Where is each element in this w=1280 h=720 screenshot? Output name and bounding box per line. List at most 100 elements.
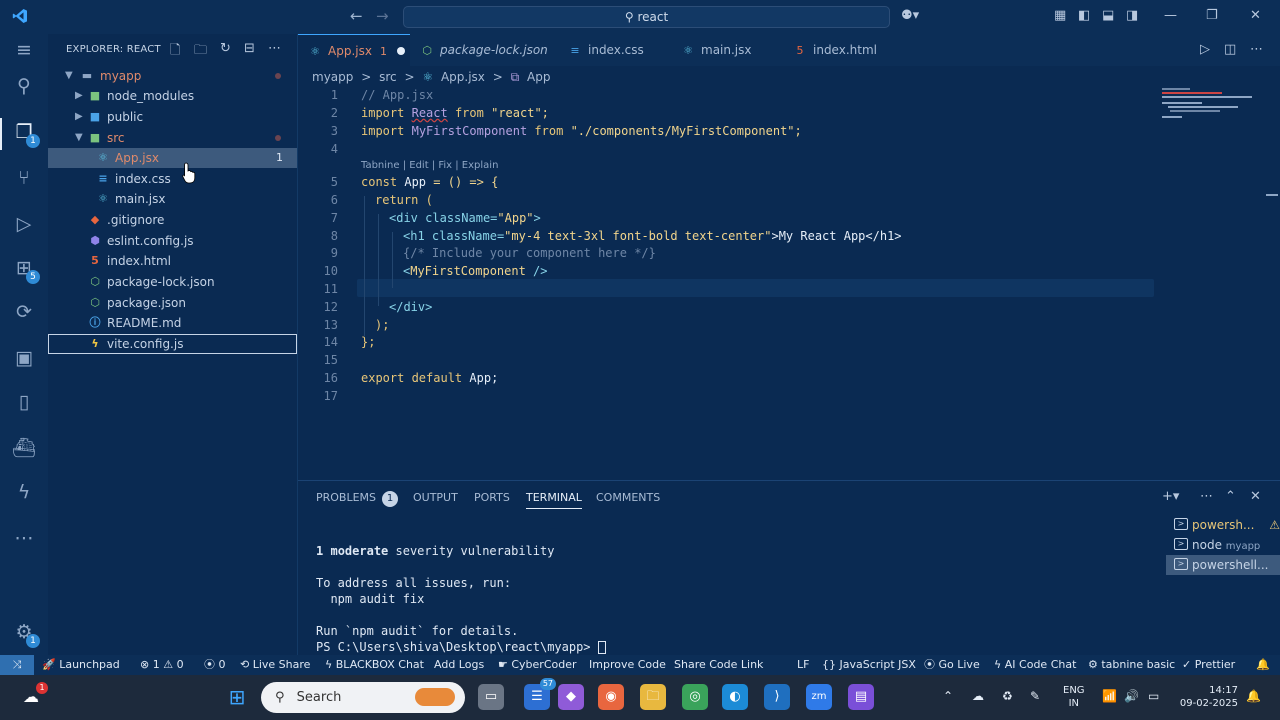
copilot-icon[interactable]: ⚉▾	[901, 8, 919, 24]
clock[interactable]: 14:17 09-02-2025	[1178, 684, 1238, 710]
add-logs-item[interactable]: Add Logs	[434, 655, 484, 675]
ports-item[interactable]: ⦿ 0	[204, 655, 226, 675]
new-folder-icon[interactable]: 🗀	[194, 41, 207, 63]
close-icon[interactable]: ✕	[1250, 8, 1261, 24]
problems-item[interactable]: ⊗ 1 ⚠ 0	[140, 655, 184, 675]
toggle-panel-icon[interactable]: ⬓	[1102, 8, 1114, 24]
pen-icon[interactable]: ✎	[1030, 689, 1040, 703]
video-editor-icon[interactable]: ▤	[848, 684, 874, 710]
weather-icon[interactable]: ☁ 1	[18, 682, 48, 710]
tab-package-lock[interactable]: ⬡ package-lock.json	[410, 34, 558, 66]
tab-app-jsx[interactable]: ⚛ App.jsx 1	[298, 34, 410, 66]
toggle-sidebar-icon[interactable]: ◧	[1078, 8, 1090, 24]
tree-file-vite-config[interactable]: ϟ vite.config.js	[48, 334, 297, 354]
restore-icon[interactable]: ❐	[1206, 8, 1218, 24]
tab-problems[interactable]: PROBLEMS 1	[316, 491, 399, 507]
tabnine-icon[interactable]: ▣	[10, 344, 38, 372]
collapse-all-icon[interactable]: ⊟	[244, 41, 255, 56]
volume-icon[interactable]: 🔊	[1124, 689, 1139, 703]
live-share-item[interactable]: ⟲ Live Share	[240, 655, 310, 675]
back-arrow-icon[interactable]: ←	[350, 8, 363, 24]
more-actions-icon[interactable]: ⋯	[268, 41, 281, 56]
blackbox-chat-item[interactable]: ϟ BLACKBOX Chat	[325, 655, 424, 675]
tree-folder-src[interactable]: ▼ ■ src	[48, 128, 297, 148]
launchpad-item[interactable]: 🚀 Launchpad	[42, 655, 120, 675]
file-explorer-icon[interactable]: 🗀	[640, 684, 666, 710]
tab-ports[interactable]: PORTS	[474, 491, 510, 504]
search-icon[interactable]: ⚲	[10, 72, 38, 100]
minimize-icon[interactable]: —	[1164, 8, 1177, 24]
tabnine-item[interactable]: ⚙ tabnine basic	[1088, 655, 1175, 675]
terminal-prompt[interactable]: PS C:\Users\shiva\Desktop\react\myapp>	[316, 639, 606, 655]
new-file-icon[interactable]: 🗋	[170, 41, 180, 63]
editor-more-icon[interactable]: ⋯	[1250, 42, 1263, 58]
tabnine-codelens[interactable]: Tabnine | Edit | Fix | Explain	[361, 160, 498, 171]
testing-icon[interactable]: ▯	[10, 388, 38, 416]
language-mode-item[interactable]: {} JavaScript JSX	[822, 655, 916, 675]
menu-icon[interactable]: ≡	[10, 36, 38, 64]
breadcrumb-item[interactable]: myapp	[312, 70, 353, 84]
tree-file-index-html[interactable]: 5 index.html	[48, 251, 297, 271]
panel-more-icon[interactable]: ⋯	[1200, 489, 1213, 504]
eol-item[interactable]: LF	[797, 655, 809, 675]
cybercoder-item[interactable]: ☛ CyberCoder	[498, 655, 577, 675]
terminal-item[interactable]: > node myapp	[1166, 535, 1280, 555]
app-icon[interactable]: ☰ 57	[524, 678, 556, 710]
chevron-up-icon[interactable]: ⌃	[943, 689, 953, 703]
windows-start-icon[interactable]: ⊞	[224, 684, 250, 710]
notifications-bell-icon[interactable]: 🔔	[1256, 655, 1270, 675]
more-icon[interactable]: ⋯	[10, 524, 38, 552]
taskbar-search[interactable]: ⚲ Search	[261, 682, 465, 713]
ai-code-chat-item[interactable]: ϟ AI Code Chat	[994, 655, 1076, 675]
tree-file-package-json[interactable]: ⬡ package.json	[48, 293, 297, 313]
forward-arrow-icon[interactable]: →	[376, 8, 389, 24]
tree-file-readme[interactable]: ⓘ README.md	[48, 313, 297, 333]
tree-file-index-css[interactable]: ≡ index.css	[48, 169, 297, 189]
blackbox-icon[interactable]: ϟ	[10, 478, 38, 506]
improve-code-item[interactable]: Improve Code	[589, 655, 666, 675]
breadcrumb-item[interactable]: App	[527, 70, 550, 84]
tree-file-main-jsx[interactable]: ⚛ main.jsx	[48, 189, 297, 209]
remote-explorer-icon[interactable]: ⟳	[10, 298, 38, 326]
explorer-icon[interactable]: ❐ 1	[10, 118, 40, 148]
tree-file-package-lock[interactable]: ⬡ package-lock.json	[48, 272, 297, 292]
terminal-item[interactable]: > powershell...	[1166, 555, 1280, 575]
extensions-icon[interactable]: ⊞ 5	[10, 254, 40, 284]
tab-terminal[interactable]: TERMINAL	[526, 491, 582, 509]
tab-main-jsx[interactable]: ⚛ main.jsx	[671, 34, 781, 66]
tab-comments[interactable]: COMMENTS	[596, 491, 660, 504]
tree-folder-myapp[interactable]: ▼ ▬ myapp	[48, 66, 297, 86]
command-center-search[interactable]: ⚲ react	[403, 6, 890, 28]
run-debug-icon[interactable]: ▷	[10, 210, 38, 238]
onedrive-icon[interactable]: ☁	[972, 689, 984, 703]
code-editor[interactable]: 1 2 3 4 5 6 7 8 9 10 11 12 13 14 15 16 1…	[298, 86, 1280, 480]
minimap[interactable]	[1160, 86, 1278, 126]
tray-app-icon[interactable]: ♻	[1002, 689, 1013, 703]
wifi-icon[interactable]: 📶	[1102, 689, 1117, 703]
language-indicator[interactable]: ENG IN	[1063, 684, 1085, 710]
breadcrumb-item[interactable]: App.jsx	[441, 70, 485, 84]
firefox-icon[interactable]: ◉	[598, 684, 624, 710]
toggle-secondary-sidebar-icon[interactable]: ◨	[1126, 8, 1138, 24]
breadcrumb-item[interactable]: src	[379, 70, 397, 84]
split-editor-icon[interactable]: ◫	[1224, 42, 1236, 58]
tree-file-app-jsx[interactable]: ⚛ App.jsx 1	[48, 148, 297, 168]
refresh-icon[interactable]: ↻	[220, 41, 231, 56]
tab-index-css[interactable]: ≡ index.css	[558, 34, 671, 66]
run-icon[interactable]: ▷	[1200, 42, 1210, 58]
docker-icon[interactable]: ⛴	[10, 434, 38, 462]
tree-file-eslint-config[interactable]: ⬢ eslint.config.js	[48, 231, 297, 251]
tree-file-gitignore[interactable]: ◆ .gitignore	[48, 210, 297, 230]
tab-index-html[interactable]: 5 index.html	[781, 34, 896, 66]
copilot-icon[interactable]: ◆	[558, 684, 584, 710]
edge-icon[interactable]: ◐	[722, 684, 748, 710]
source-control-icon[interactable]: ⑂	[10, 164, 38, 192]
tab-output[interactable]: OUTPUT	[413, 491, 458, 504]
new-terminal-icon[interactable]: +▾	[1162, 489, 1179, 504]
settings-gear-icon[interactable]: ⚙ 1	[10, 618, 40, 648]
maximize-panel-icon[interactable]: ⌃	[1225, 489, 1236, 504]
vscode-taskbar-icon[interactable]: ⟩	[764, 684, 790, 710]
tree-folder-public[interactable]: ▶ ■ public	[48, 107, 297, 127]
notification-icon[interactable]: 🔔	[1246, 689, 1261, 703]
customize-layout-icon[interactable]: ▦	[1054, 8, 1066, 24]
